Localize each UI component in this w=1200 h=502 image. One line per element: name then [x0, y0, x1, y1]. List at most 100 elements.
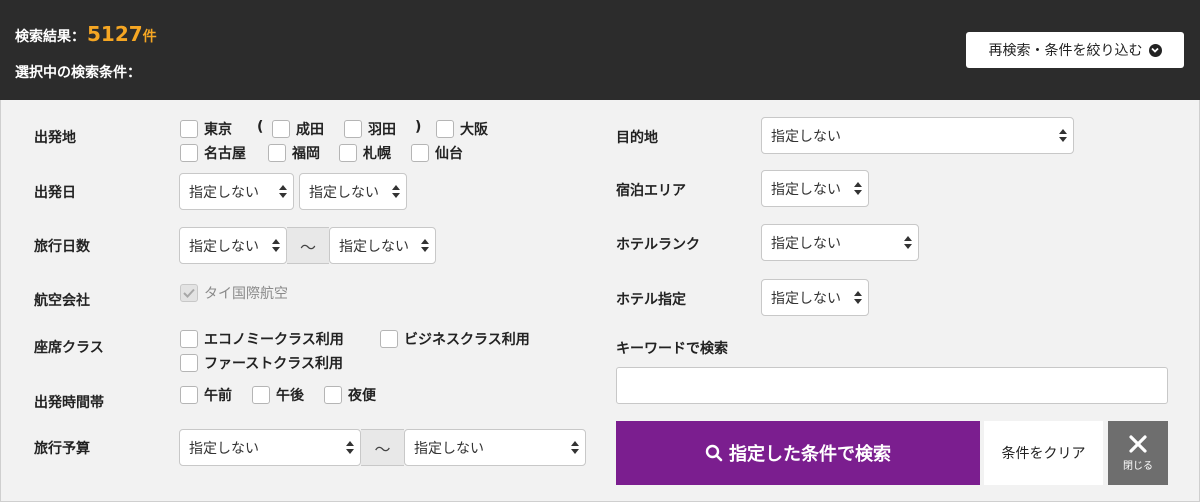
keyword-input[interactable]: [616, 367, 1168, 404]
budget-to-select[interactable]: 指定しない: [404, 429, 586, 466]
departure-time-am-checkbox[interactable]: 午前: [180, 385, 232, 405]
departure-checkbox-tokyo[interactable]: 東京: [180, 119, 232, 139]
departure-time-pm-checkbox[interactable]: 午後: [252, 385, 304, 405]
checkbox-box[interactable]: [180, 120, 198, 138]
keyword-label: キーワードで検索: [616, 341, 728, 357]
select-value: 指定しない: [339, 238, 409, 255]
range-separator: 〜: [361, 429, 404, 466]
departure-checkbox-narita[interactable]: 成田: [272, 119, 324, 139]
select-arrows-icon: [854, 291, 862, 305]
range-separator: 〜: [287, 227, 329, 264]
checkbox-box[interactable]: [324, 386, 342, 404]
clear-conditions-button[interactable]: 条件をクリア: [984, 421, 1103, 485]
checkmark-icon: [183, 288, 195, 298]
checkbox-box[interactable]: [180, 354, 198, 372]
departure-checkbox-nagoya[interactable]: 名古屋: [180, 143, 246, 163]
checkbox-box[interactable]: [380, 330, 398, 348]
select-value: 指定しない: [771, 128, 841, 145]
travel-days-to-select[interactable]: 指定しない: [329, 227, 436, 264]
checkbox-label: 午前: [204, 388, 232, 404]
travel-days-from-select[interactable]: 指定しない: [179, 227, 287, 264]
destination-label: 目的地: [616, 130, 658, 146]
search-icon: [705, 444, 723, 462]
checkbox-box[interactable]: [272, 120, 290, 138]
departure-time-label: 出発時間帯: [34, 395, 104, 411]
checkbox-label: 大阪: [460, 122, 488, 138]
travel-days-label: 旅行日数: [34, 239, 90, 255]
select-value: 指定しない: [189, 440, 259, 457]
checkbox-box[interactable]: [339, 144, 357, 162]
close-button[interactable]: 閉じる: [1108, 421, 1168, 485]
budget-from-select[interactable]: 指定しない: [179, 429, 361, 466]
select-value: 指定しない: [189, 238, 259, 255]
hotel-rank-label: ホテルランク: [616, 237, 700, 253]
departure-date-select-2[interactable]: 指定しない: [299, 173, 407, 210]
seat-class-business-checkbox[interactable]: ビジネスクラス利用: [380, 329, 530, 349]
select-arrows-icon: [392, 185, 400, 199]
checkbox-label: 東京: [204, 122, 232, 138]
checkbox-label: ファーストクラス利用: [204, 356, 344, 372]
seat-class-economy-checkbox[interactable]: エコノミークラス利用: [180, 329, 344, 349]
departure-date-label: 出発日: [34, 185, 76, 201]
checkbox-box[interactable]: [252, 386, 270, 404]
checkbox-box[interactable]: [180, 330, 198, 348]
search-summary-header: 検索結果： 5127 件 選択中の検索条件： 再検索・条件を絞り込む: [0, 0, 1200, 100]
departure-time-night-checkbox[interactable]: 夜便: [324, 385, 376, 405]
result-summary: 検索結果： 5127 件: [15, 22, 157, 46]
checkbox-label: 午後: [276, 388, 304, 404]
checkbox-box[interactable]: [344, 120, 362, 138]
budget-label: 旅行予算: [34, 441, 90, 457]
selected-conditions-label: 選択中の検索条件：: [15, 65, 141, 81]
refine-search-button[interactable]: 再検索・条件を絞り込む: [966, 32, 1184, 68]
checkbox-label: 名古屋: [204, 146, 246, 162]
select-value: 指定しない: [309, 184, 379, 201]
airline-label: 航空会社: [34, 293, 90, 309]
search-form-panel: 出発地 東京 ( 成田 羽田 ) 大阪 名古屋 福岡 札幌 仙台 出発日 指定し…: [0, 100, 1200, 502]
departure-date-select-1[interactable]: 指定しない: [179, 173, 294, 210]
select-arrows-icon: [571, 441, 579, 455]
hotel-specify-select[interactable]: 指定しない: [761, 279, 869, 316]
chevron-down-icon: [1148, 43, 1162, 57]
close-button-label: 閉じる: [1123, 461, 1153, 472]
departure-label: 出発地: [34, 130, 76, 146]
close-icon: [1129, 435, 1147, 453]
select-value: 指定しない: [414, 440, 484, 457]
hotel-rank-select[interactable]: 指定しない: [761, 224, 919, 261]
select-arrows-icon: [1059, 129, 1067, 143]
checkbox-box[interactable]: [180, 144, 198, 162]
checkbox-box[interactable]: [436, 120, 454, 138]
departure-checkbox-fukuoka[interactable]: 福岡: [268, 143, 320, 163]
close-paren: ): [415, 119, 422, 135]
checkbox-box[interactable]: [411, 144, 429, 162]
select-arrows-icon: [904, 236, 912, 250]
seat-class-first-checkbox[interactable]: ファーストクラス利用: [180, 353, 343, 373]
checkbox-label: 仙台: [435, 146, 463, 162]
checkbox-label: 福岡: [292, 146, 320, 162]
result-count: 5127: [87, 22, 143, 46]
select-value: 指定しない: [771, 235, 841, 252]
result-unit: 件: [142, 29, 157, 45]
departure-checkbox-sendai[interactable]: 仙台: [411, 143, 463, 163]
checkbox-label: 成田: [296, 122, 324, 138]
hotel-specify-label: ホテル指定: [616, 292, 686, 308]
departure-checkbox-osaka[interactable]: 大阪: [436, 119, 488, 139]
checkbox-label: ビジネスクラス利用: [404, 332, 530, 348]
checkbox-box[interactable]: [268, 144, 286, 162]
stay-area-select[interactable]: 指定しない: [761, 170, 869, 207]
checkbox-box[interactable]: [180, 386, 198, 404]
checkbox-label: 札幌: [363, 146, 391, 162]
open-paren: (: [257, 119, 264, 135]
departure-checkbox-haneda[interactable]: 羽田: [344, 119, 396, 139]
checkbox-label: 羽田: [368, 122, 396, 138]
stay-area-label: 宿泊エリア: [616, 183, 686, 199]
search-button-label: 指定した条件で検索: [729, 444, 891, 465]
search-button[interactable]: 指定した条件で検索: [616, 421, 980, 485]
destination-select[interactable]: 指定しない: [761, 117, 1074, 154]
checkbox-label: 夜便: [348, 388, 376, 404]
select-arrows-icon: [279, 185, 287, 199]
refine-search-label: 再検索・条件を絞り込む: [988, 43, 1143, 59]
result-label: 検索結果：: [15, 29, 85, 45]
checkbox-label: エコノミークラス利用: [204, 332, 344, 348]
departure-checkbox-sapporo[interactable]: 札幌: [339, 143, 391, 163]
checkbox-label: タイ国際航空: [204, 286, 288, 302]
